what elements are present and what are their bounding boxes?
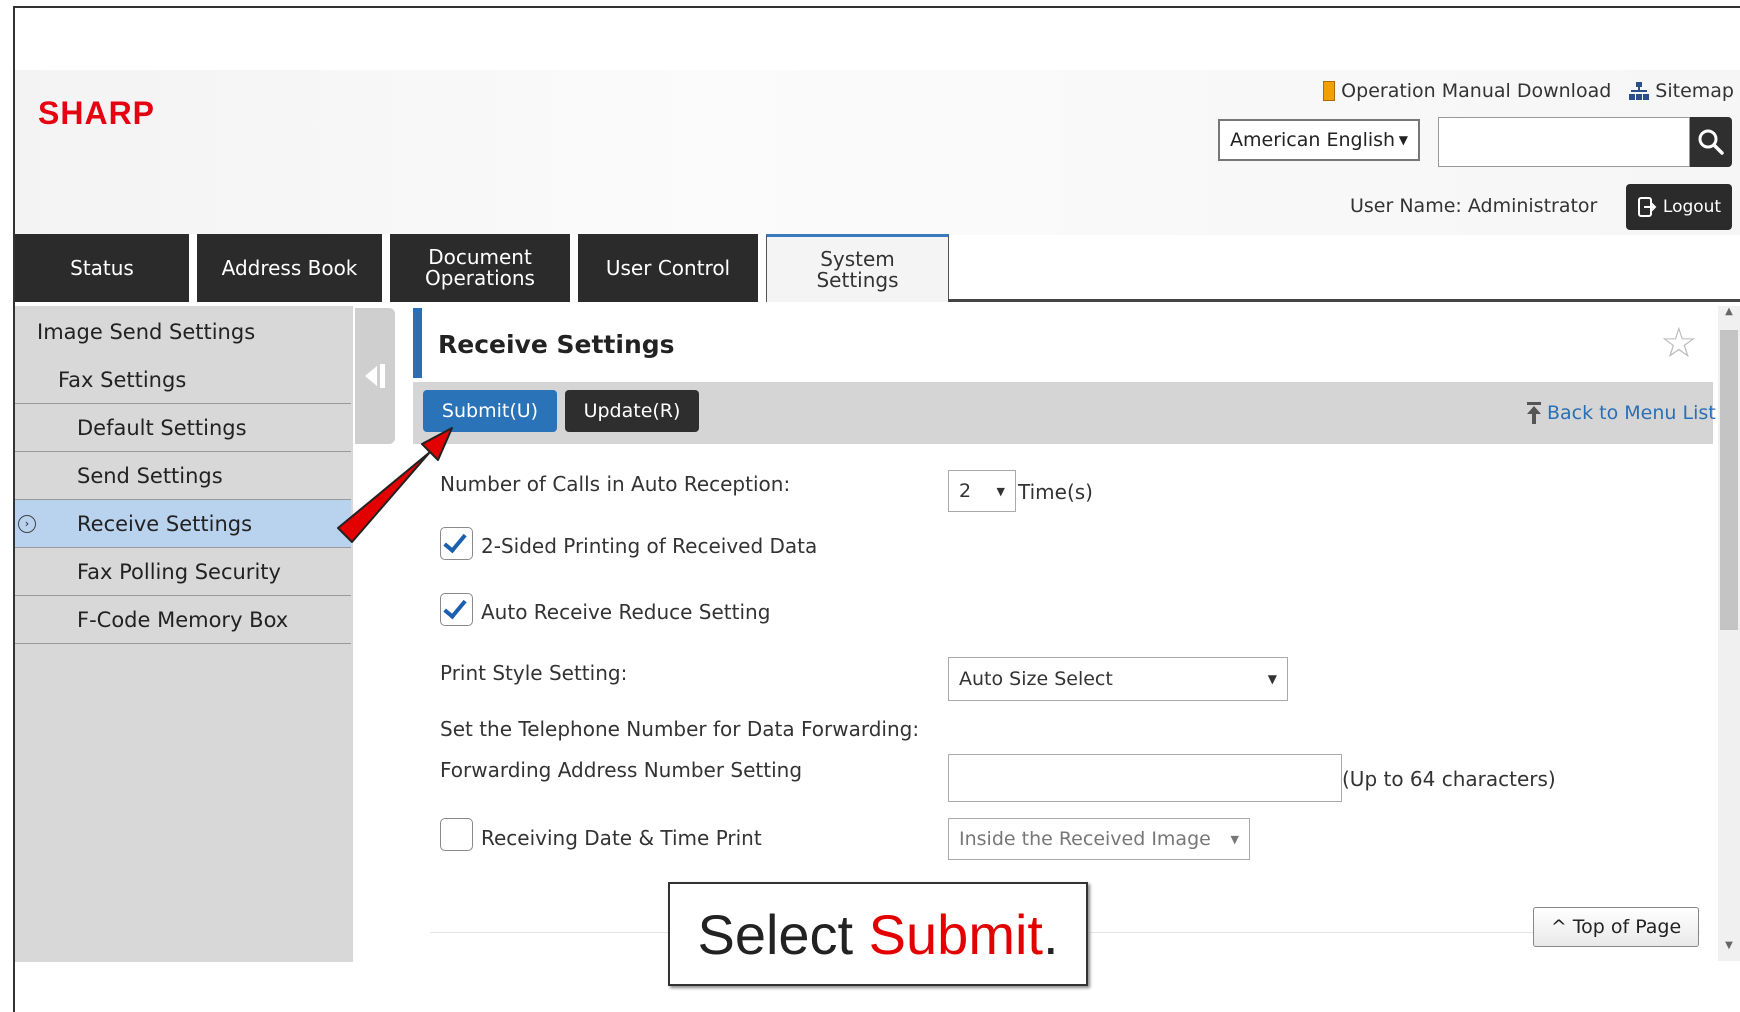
logout-button[interactable]: Logout (1626, 184, 1732, 230)
search-button[interactable] (1690, 117, 1732, 167)
auto-reduce-label: Auto Receive Reduce Setting (481, 600, 771, 624)
print-style-value: Auto Size Select (959, 668, 1113, 690)
user-name: User Name: Administrator (1350, 195, 1598, 217)
submit-button[interactable]: Submit(U) (423, 390, 557, 432)
sidebar-item-label: Fax Polling Security (77, 559, 281, 584)
two-sided-label: 2-Sided Printing of Received Data (481, 534, 818, 558)
forward-hint: (Up to 64 characters) (1342, 767, 1556, 791)
manual-download-label: Operation Manual Download (1341, 80, 1612, 102)
print-style-label: Print Style Setting: (440, 661, 628, 685)
calls-unit: Time(s) (1018, 480, 1093, 504)
datetime-print-label: Receiving Date & Time Print (481, 826, 762, 850)
top-links: Operation Manual Download Sitemap (1323, 80, 1734, 102)
sidebar-item-label: Default Settings (77, 415, 247, 440)
calls-value: 2 (959, 480, 972, 502)
main-tabs: Status Address Book Document Operations … (15, 234, 949, 302)
callout-highlight: Submit (868, 902, 1043, 966)
checkmark-icon (443, 594, 467, 620)
chevron-down-icon: ▼ (996, 484, 1005, 498)
datetime-position-value: Inside the Received Image (959, 828, 1211, 850)
sidebar-item-fax-polling-security[interactable]: Fax Polling Security (15, 548, 351, 596)
sidebar-item-fax-settings[interactable]: Fax Settings (15, 356, 351, 404)
collapse-left-icon (365, 364, 385, 388)
datetime-position-select[interactable]: Inside the Received Image ▼ (948, 818, 1250, 860)
update-button[interactable]: Update(R) (565, 390, 699, 432)
sidebar-item-label: Fax Settings (58, 367, 187, 392)
scrollbar-thumb[interactable] (1720, 330, 1738, 630)
sidebar: Image Send Settings Fax Settings Default… (15, 306, 353, 962)
sidebar-item-default-settings[interactable]: Default Settings (15, 404, 351, 452)
sidebar-item-image-send-settings[interactable]: Image Send Settings (15, 308, 351, 356)
tab-address-book[interactable]: Address Book (197, 234, 390, 302)
instruction-callout: Select Submit . (668, 882, 1088, 986)
calls-label: Number of Calls in Auto Reception: (440, 472, 791, 496)
tab-underline (948, 299, 1740, 302)
search-icon (1698, 129, 1724, 155)
scroll-down-arrow-icon[interactable]: ▼ (1718, 940, 1740, 951)
manual-download-link[interactable]: Operation Manual Download (1323, 80, 1611, 102)
sidebar-item-f-code-memory-box[interactable]: F-Code Memory Box (15, 596, 351, 644)
chevron-up-icon: ^ (1550, 916, 1567, 938)
back-to-menu-label: Back to Menu List (1547, 402, 1716, 424)
sitemap-label: Sitemap (1655, 80, 1734, 102)
tab-user-control[interactable]: User Control (578, 234, 766, 302)
logout-icon (1637, 197, 1657, 217)
title-accent (413, 308, 422, 378)
sharp-logo: SHARP (38, 95, 156, 131)
sidebar-item-send-settings[interactable]: Send Settings (15, 452, 351, 500)
chevron-down-icon: ▼ (1230, 832, 1239, 846)
top-of-page-button[interactable]: ^ Top of Page (1533, 907, 1699, 947)
tab-system-settings[interactable]: System Settings (766, 234, 949, 302)
back-to-top-icon (1527, 402, 1541, 424)
chevron-down-icon: ▼ (1267, 672, 1277, 686)
forward-heading: Set the Telephone Number for Data Forwar… (440, 717, 920, 741)
star-icon[interactable]: ☆ (1660, 318, 1698, 367)
sidebar-item-label: F-Code Memory Box (77, 607, 289, 632)
callout-prefix: Select (697, 902, 869, 966)
scroll-up-arrow-icon[interactable]: ▲ (1718, 306, 1740, 317)
callout-suffix: . (1042, 902, 1059, 966)
sidebar-item-label: Receive Settings (77, 511, 253, 536)
forward-label: Forwarding Address Number Setting (440, 758, 803, 782)
page-title: Receive Settings (438, 330, 675, 359)
language-value: American English (1230, 129, 1396, 151)
chevron-right-circle-icon: › (18, 514, 36, 533)
back-to-menu-link[interactable]: Back to Menu List (1525, 401, 1716, 425)
two-sided-checkbox[interactable] (440, 527, 473, 560)
calls-select[interactable]: 2 ▼ (948, 470, 1016, 512)
sidebar-collapse-button[interactable] (355, 308, 395, 444)
forward-address-input[interactable] (948, 754, 1342, 802)
datetime-print-checkbox[interactable] (440, 818, 473, 851)
book-icon (1323, 81, 1336, 101)
chevron-down-icon: ▼ (1398, 133, 1408, 147)
sidebar-item-label: Send Settings (77, 463, 223, 488)
logout-label: Logout (1662, 197, 1722, 217)
sidebar-item-label: Image Send Settings (37, 320, 256, 344)
top-of-page-label: Top of Page (1572, 916, 1682, 938)
checkmark-icon (443, 528, 467, 554)
auto-reduce-checkbox[interactable] (440, 593, 473, 626)
sitemap-icon (1629, 82, 1650, 100)
search-input[interactable] (1438, 117, 1690, 167)
sidebar-item-receive-settings[interactable]: › Receive Settings (15, 500, 351, 548)
language-select[interactable]: American English ▼ (1218, 119, 1420, 161)
print-style-select[interactable]: Auto Size Select ▼ (948, 657, 1288, 701)
tab-document-operations[interactable]: Document Operations (390, 234, 578, 302)
tab-status[interactable]: Status (15, 234, 197, 302)
sitemap-link[interactable]: Sitemap (1629, 80, 1734, 102)
